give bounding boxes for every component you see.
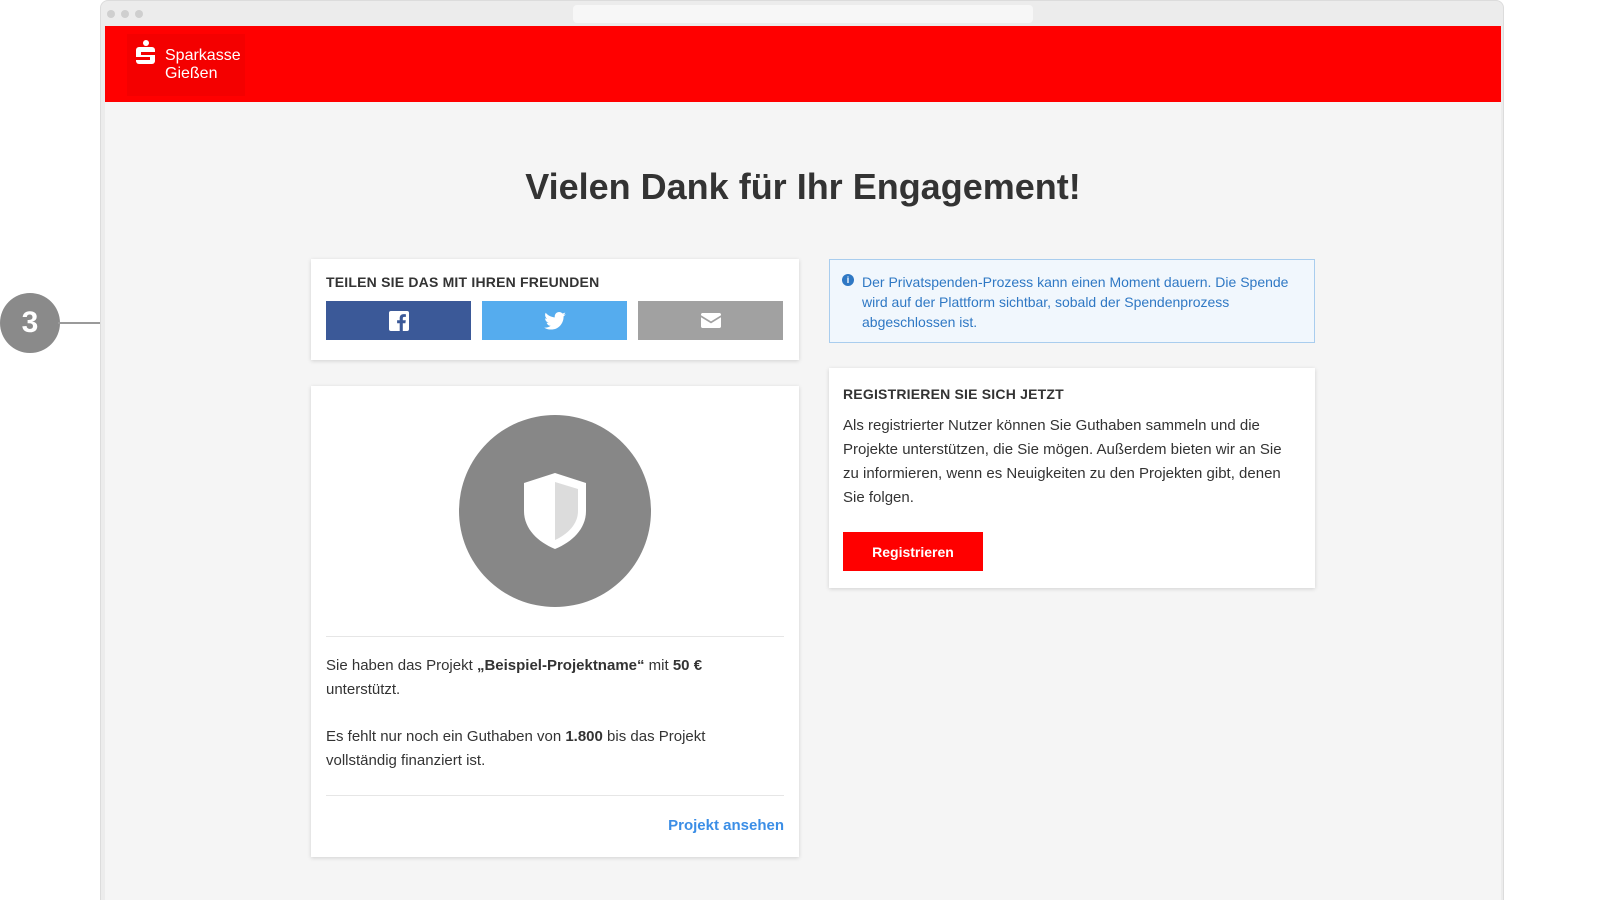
view-project-link[interactable]: Projekt ansehen [668,817,784,834]
project-avatar [459,415,651,607]
address-bar[interactable] [573,5,1033,23]
window-dot-icon [107,10,115,18]
project-name: „Beispiel-Projektname“ [476,657,645,674]
project-remaining-text: Es fehlt nur noch ein Guthaben von 1.800… [326,728,706,769]
logo-name-line1: Sparkasse [165,47,241,64]
browser-window: Sparkasse Gießen Vielen Dank für Ihr Eng… [100,0,1504,900]
shield-icon [524,473,586,549]
donation-amount: 50 € [672,657,703,674]
share-facebook-button[interactable] [326,301,471,340]
share-buttons [326,301,784,340]
info-icon: i [842,274,854,286]
share-heading: TEILEN SIE DAS MIT IHREN FREUNDEN [326,274,600,290]
divider [326,795,784,796]
annotation-callout: 3 [0,293,60,353]
sparkasse-logo[interactable]: Sparkasse Gießen [127,34,245,96]
project-card: Sie haben das Projekt „Beispiel-Projektn… [311,386,799,857]
share-twitter-button[interactable] [482,301,627,340]
remaining-amount: 1.800 [565,728,603,745]
mail-icon [700,313,721,328]
share-email-button[interactable] [638,301,783,340]
share-card: TEILEN SIE DAS MIT IHREN FREUNDEN [311,259,799,360]
window-dot-icon [135,10,143,18]
divider [326,636,784,637]
register-text: Als registrierter Nutzer können Sie Guth… [843,417,1282,506]
info-notice: i Der Privatspenden-Prozess kann einen M… [829,259,1315,343]
site-header: Sparkasse Gießen [105,26,1501,102]
facebook-icon [388,310,409,331]
page-viewport: Sparkasse Gießen Vielen Dank für Ihr Eng… [105,26,1501,900]
register-button[interactable]: Registrieren [843,532,983,571]
twitter-icon [543,311,566,330]
browser-chrome [101,1,1503,26]
logo-name-line2: Gießen [165,65,218,82]
annotation-number: 3 [21,306,39,339]
register-card: REGISTRIEREN SIE SICH JETZT Als registri… [829,368,1315,588]
project-support-text: Sie haben das Projekt „Beispiel-Projektn… [326,657,703,698]
register-heading: REGISTRIEREN SIE SICH JETZT [843,386,1064,402]
info-notice-text: Der Privatspenden-Prozess kann einen Mom… [862,274,1289,330]
sparkasse-s-icon [135,40,157,66]
window-dot-icon [121,10,129,18]
project-summary: Sie haben das Projekt „Beispiel-Projektn… [326,654,766,773]
page-title: Vielen Dank für Ihr Engagement! [525,166,1081,207]
